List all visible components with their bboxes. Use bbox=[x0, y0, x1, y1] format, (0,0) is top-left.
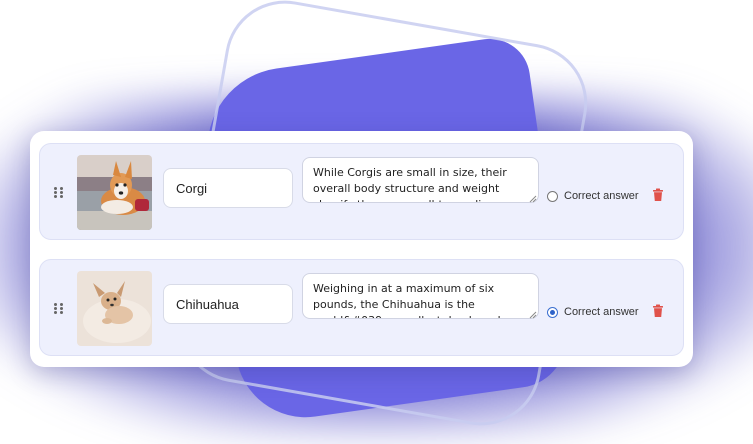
correct-answer-label: Correct answer bbox=[564, 190, 639, 202]
drag-handle-icon[interactable] bbox=[54, 187, 64, 199]
answer-description-textarea[interactable]: Weighing in at a maximum of six pounds, … bbox=[302, 273, 539, 319]
correct-answer-radio[interactable] bbox=[547, 306, 558, 318]
answer-description-textarea[interactable]: While Corgis are small in size, their ov… bbox=[302, 157, 539, 203]
correct-answer-toggle[interactable]: Correct answer bbox=[547, 188, 639, 204]
answer-name-input[interactable] bbox=[163, 284, 293, 324]
resize-grip-icon[interactable] bbox=[529, 311, 537, 319]
correct-answer-label: Correct answer bbox=[564, 306, 639, 318]
answers-card: While Corgis are small in size, their ov… bbox=[30, 131, 693, 367]
corgi-photo bbox=[77, 155, 152, 230]
answer-name-input[interactable] bbox=[163, 168, 293, 208]
answer-row: While Corgis are small in size, their ov… bbox=[39, 143, 684, 240]
trash-icon[interactable] bbox=[652, 304, 664, 318]
trash-icon[interactable] bbox=[652, 188, 664, 202]
resize-grip-icon[interactable] bbox=[529, 195, 537, 203]
drag-handle-icon[interactable] bbox=[54, 303, 64, 315]
correct-answer-radio[interactable] bbox=[547, 190, 558, 202]
chihuahua-photo bbox=[77, 271, 152, 346]
correct-answer-toggle[interactable]: Correct answer bbox=[547, 304, 639, 320]
answer-row: Weighing in at a maximum of six pounds, … bbox=[39, 259, 684, 356]
